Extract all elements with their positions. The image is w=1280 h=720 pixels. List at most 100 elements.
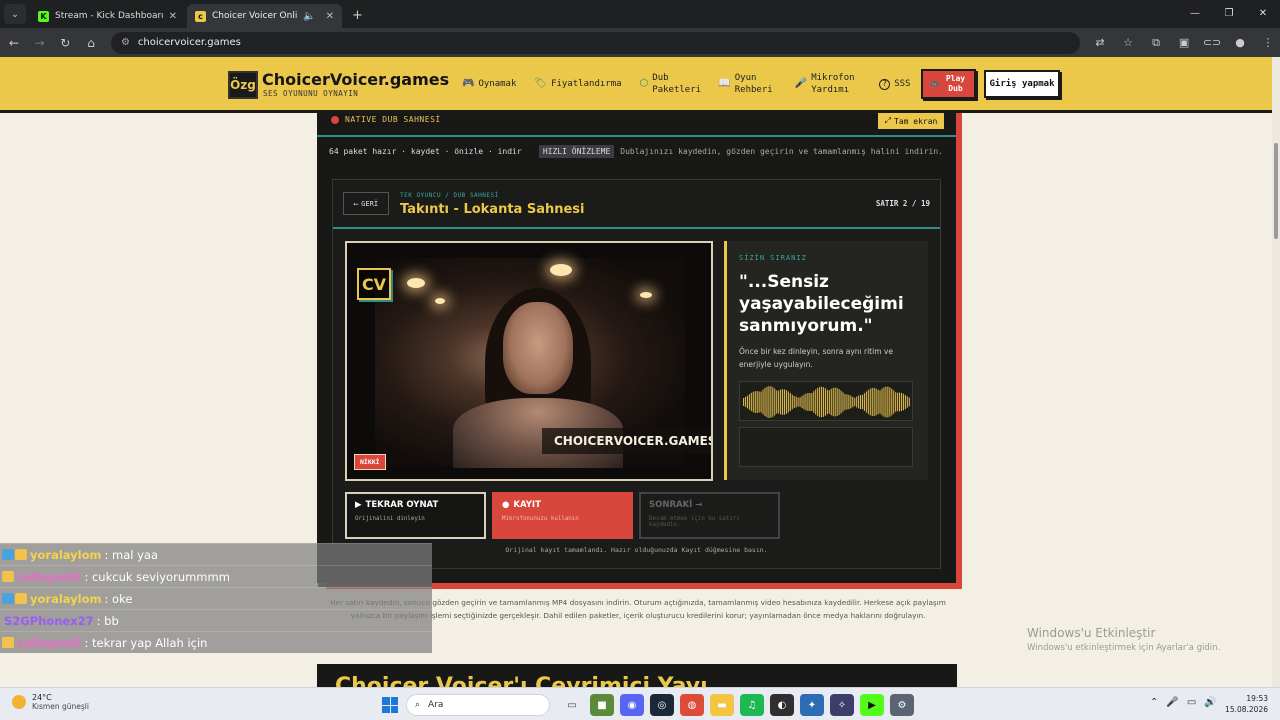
video-player[interactable]: CV CHOICERVOICER.GAMES NİKKİ: [345, 241, 713, 481]
forward-icon[interactable]: →: [28, 32, 52, 54]
translate-icon[interactable]: ⇄: [1088, 32, 1112, 54]
settings-gear-icon[interactable]: ⚙: [890, 694, 914, 716]
taskbar-search[interactable]: ⌕ Ara: [406, 694, 550, 716]
stream-chat-overlay: yoralaylom: mal yaa Lallaysolii: cukcuk …: [0, 543, 432, 653]
chat-username: Lallaysolii: [17, 635, 82, 650]
restore-icon[interactable]: ❐: [1212, 0, 1246, 26]
activation-sub: Windows'u etkinleştirmek için Ayarlar'a …: [1027, 643, 1221, 653]
chrome-icon[interactable]: ◍: [680, 694, 704, 716]
nav-label: Dub Paketleri: [652, 73, 702, 95]
login-button[interactable]: Giriş yapmak: [984, 70, 1060, 98]
nav-fiyatlandirma[interactable]: 🏷 Fiyatlandırma: [534, 78, 621, 90]
network-icon[interactable]: ▭: [1187, 697, 1196, 708]
url-input[interactable]: ⚙ choicervoicer.games: [110, 31, 1081, 54]
pack-status: 64 paket hazır · kaydet · önizle · indir: [329, 147, 522, 156]
main-nav: 🎮 Oynamak 🏷 Fiyatlandırma ⬡ Dub Paketleri 📖…: [462, 72, 910, 96]
back-button[interactable]: ⟵ GERİ: [343, 192, 389, 215]
tab-choicervoicer[interactable]: c Choicer Voicer Online Ücret 🔈 ✕: [187, 4, 342, 28]
bookmark-star-icon[interactable]: ☆: [1116, 32, 1140, 54]
site-header: Özg ChoicerVoicer.games SES OYUNUNU OYNA…: [0, 57, 1280, 113]
page-scrollbar[interactable]: [1272, 57, 1280, 687]
action-buttons: ▶ TEKRAR OYNAT Orijinalini dinleyin ● KAYI…: [345, 492, 780, 539]
nav-oynamak[interactable]: 🎮 Oynamak: [462, 78, 516, 90]
windows-start-icon[interactable]: [382, 697, 398, 713]
close-icon[interactable]: ✕: [326, 11, 334, 22]
chat-message: Lallaysolii: cukcuk seviyorummmm: [0, 565, 432, 587]
record-title: KAYIT: [513, 500, 541, 510]
nav-dub-paketleri[interactable]: ⬡ Dub Paketleri: [639, 72, 702, 96]
minecraft-icon[interactable]: ■: [590, 694, 614, 716]
gamepad-icon: 🎮: [462, 78, 475, 89]
spotify-icon[interactable]: ♫: [740, 694, 764, 716]
taskbar-clock[interactable]: 19:53 15.08.2026: [1225, 693, 1268, 715]
help-icon: ?: [879, 78, 891, 90]
home-icon[interactable]: ⌂: [79, 32, 103, 54]
windows-taskbar: 24°C Kısmen güneşli ⌕ Ara ▭ ■ ◉ ◎ ◍ ▬ ♫ ◐…: [0, 687, 1280, 720]
cue-line: "...Sensiz yaşayabileceğimi sanmıyorum.": [739, 272, 904, 336]
next-button[interactable]: SONRAKİ → Devam etmek için bu satırı kay…: [639, 492, 780, 539]
scrollbar-thumb[interactable]: [1274, 143, 1278, 239]
app-icon[interactable]: ✧: [830, 694, 854, 716]
kick-app-icon[interactable]: ▶: [860, 694, 884, 716]
extensions-icon[interactable]: ⧉: [1144, 32, 1168, 54]
site-info-icon[interactable]: ⚙: [121, 37, 130, 48]
nav-sss[interactable]: ? SSS: [879, 78, 910, 90]
lamp-light: [435, 298, 445, 304]
volume-icon[interactable]: 🔊: [1204, 697, 1216, 708]
cv-icon: c: [195, 10, 206, 22]
temperature: 24°C: [32, 693, 52, 702]
minimize-icon[interactable]: —: [1178, 0, 1212, 26]
reload-icon[interactable]: ↻: [53, 32, 77, 54]
book-icon: 📖: [718, 78, 731, 89]
steam-icon[interactable]: ◎: [650, 694, 674, 716]
brand-name[interactable]: ChoicerVoicer.games: [262, 70, 449, 89]
media-icon[interactable]: ▣: [1172, 32, 1196, 54]
link-icon[interactable]: ⊂⊃: [1200, 32, 1224, 54]
task-view-icon[interactable]: ▭: [560, 694, 584, 716]
file-explorer-icon[interactable]: ▬: [710, 694, 734, 716]
fullscreen-button[interactable]: ⤢ Tam ekran: [878, 113, 944, 129]
tab-kick-dashboard[interactable]: K Stream - Kick Dashboard ✕: [30, 4, 185, 28]
record-dot-icon: ●: [502, 500, 510, 510]
fullscreen-label: Tam ekran: [894, 116, 938, 126]
back-icon[interactable]: ←: [2, 32, 26, 54]
badge-icon: [15, 593, 27, 604]
nav-label: Oynamak: [478, 79, 517, 89]
chevron-up-icon[interactable]: ⌃: [1150, 697, 1158, 708]
close-icon[interactable]: ✕: [169, 11, 177, 22]
nav-label: Fiyatlandırma: [551, 79, 622, 89]
record-button[interactable]: ● KAYIT Mikrofonunuzu kullanın: [492, 492, 633, 539]
nav-label: SSS: [894, 79, 911, 89]
more-menu-icon[interactable]: ⋮: [1256, 32, 1280, 54]
nav-oyun-rehberi[interactable]: 📖 Oyun Rehberi: [718, 72, 776, 96]
profile-avatar-icon[interactable]: ●: [1228, 32, 1252, 54]
scene-title: Takıntı - Lokanta Sahnesi: [400, 202, 585, 217]
app-icon[interactable]: ✦: [800, 694, 824, 716]
character-tag: NİKKİ: [354, 454, 386, 470]
obs-icon[interactable]: ◐: [770, 694, 794, 716]
search-icon: ⌕: [415, 700, 421, 710]
nav-mikrofon-yardimi[interactable]: 🎤 Mikrofon Yardımı: [795, 72, 861, 96]
clock-date: 15.08.2026: [1225, 705, 1268, 714]
chat-text: : bb: [96, 613, 119, 628]
microphone-icon[interactable]: 🎤: [1166, 697, 1178, 708]
panel-topbar: NATIVE DUB SAHNESİ ⤢ Tam ekran: [317, 113, 956, 137]
mic-icon: 🎤: [794, 78, 808, 89]
speaker-icon[interactable]: 🔈: [303, 11, 315, 22]
package-icon: ⬡: [639, 78, 649, 89]
tab-search-icon[interactable]: ⌄: [4, 4, 26, 24]
badge-icon: [2, 637, 14, 648]
chat-username: Lallaysolii: [17, 569, 82, 584]
expand-icon: ⤢: [884, 116, 892, 125]
weather-widget[interactable]: 24°C Kısmen güneşli: [12, 693, 89, 711]
play-dub-button[interactable]: 🎮 Play Dub: [921, 69, 976, 99]
badge-icon: [15, 549, 27, 560]
new-tab-icon[interactable]: +: [352, 8, 363, 23]
badge-icon: [2, 593, 14, 604]
video-watermark: CHOICERVOICER.GAMES: [542, 428, 711, 454]
replay-button[interactable]: ▶ TEKRAR OYNAT Orijinalini dinleyin: [345, 492, 486, 539]
site-logo[interactable]: Özg: [228, 71, 258, 99]
discord-icon[interactable]: ◉: [620, 694, 644, 716]
breadcrumb: TEK OYUNCU / DUB SAHNESİ: [400, 192, 499, 199]
close-window-icon[interactable]: ✕: [1246, 0, 1280, 26]
